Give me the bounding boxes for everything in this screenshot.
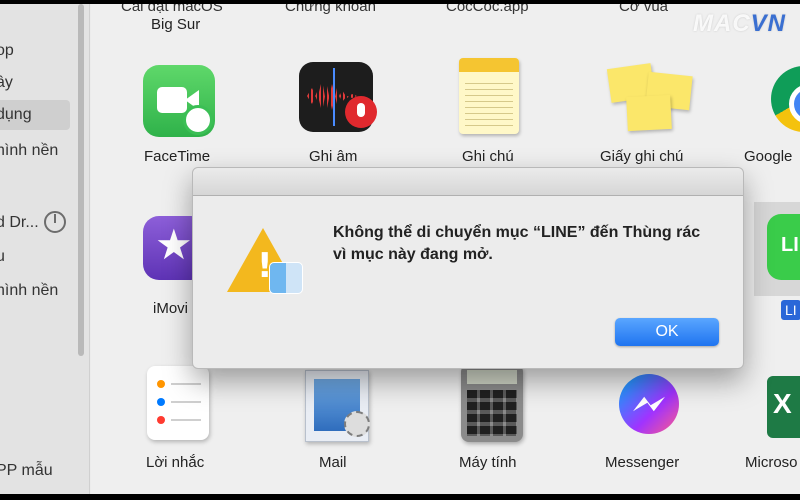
alert-dialog: ! Không thể di chuyển mục “LINE” đến Thù… xyxy=(192,167,744,369)
app-label: Big Sur xyxy=(151,16,201,33)
app-label: Cài đặt macOS xyxy=(121,4,223,15)
app-label: CocCoc.app xyxy=(446,4,529,15)
sidebar-scrollbar[interactable] xyxy=(78,4,84,356)
sidebar-item[interactable]: ây xyxy=(0,68,13,98)
sidebar-item[interactable]: u xyxy=(0,242,5,272)
calculator-icon[interactable] xyxy=(461,364,523,442)
warning-icon: ! xyxy=(227,228,307,300)
stickies-icon[interactable] xyxy=(606,63,693,132)
app-label-reminders[interactable]: Lời nhắc xyxy=(146,454,204,471)
finder-window: op ây dụng hình nền d Dr... u hình nền P… xyxy=(0,4,800,494)
app-label: Cờ vua xyxy=(619,4,669,15)
sidebar-item[interactable]: hình nền xyxy=(0,136,58,166)
sidebar-item[interactable]: op xyxy=(0,36,14,66)
notes-icon[interactable] xyxy=(459,58,519,134)
voice-memos-icon[interactable] xyxy=(299,62,377,132)
sidebar-item-applications[interactable]: dụng xyxy=(0,100,70,130)
excel-icon[interactable]: X xyxy=(767,376,800,438)
finder-icon xyxy=(269,262,303,294)
messenger-icon[interactable] xyxy=(619,374,679,434)
app-label: Chứng khoán xyxy=(285,4,376,15)
sidebar-item[interactable]: hình nền xyxy=(0,276,58,306)
eject-icon[interactable] xyxy=(44,211,66,233)
line-icon-text: LI xyxy=(781,234,799,256)
finder-sidebar: op ây dụng hình nền d Dr... u hình nền P… xyxy=(0,4,90,494)
app-label-stickies[interactable]: Giấy ghi chú xyxy=(600,148,683,165)
sidebar-item-drive[interactable]: d Dr... xyxy=(0,208,39,238)
facetime-icon[interactable] xyxy=(143,65,215,137)
dialog-titlebar[interactable] xyxy=(193,168,743,196)
reminders-icon[interactable] xyxy=(147,366,209,440)
line-icon[interactable]: LI xyxy=(767,214,800,280)
app-label-line[interactable]: LI xyxy=(781,300,800,320)
ok-button[interactable]: OK xyxy=(615,318,719,346)
app-label-imovie[interactable]: iMovi xyxy=(153,300,188,317)
dialog-message: Không thể di chuyển mục “LINE” đến Thùng… xyxy=(333,224,701,263)
mail-icon[interactable] xyxy=(305,370,370,442)
excel-icon-text: X xyxy=(773,388,792,419)
app-label-notes[interactable]: Ghi chú xyxy=(462,148,514,165)
app-label-voice-memos[interactable]: Ghi âm xyxy=(309,148,357,165)
watermark-logo: MACVN xyxy=(693,10,786,37)
sidebar-item[interactable]: PP mẫu xyxy=(0,456,53,486)
app-label-messenger[interactable]: Messenger xyxy=(605,454,679,471)
app-label-excel[interactable]: Microso xyxy=(745,454,798,471)
app-label-chrome[interactable]: Google xyxy=(744,148,792,165)
app-label-calculator[interactable]: Máy tính xyxy=(459,454,517,471)
app-label-mail[interactable]: Mail xyxy=(319,454,347,471)
chrome-icon[interactable] xyxy=(771,66,800,132)
app-label-facetime[interactable]: FaceTime xyxy=(144,148,210,165)
